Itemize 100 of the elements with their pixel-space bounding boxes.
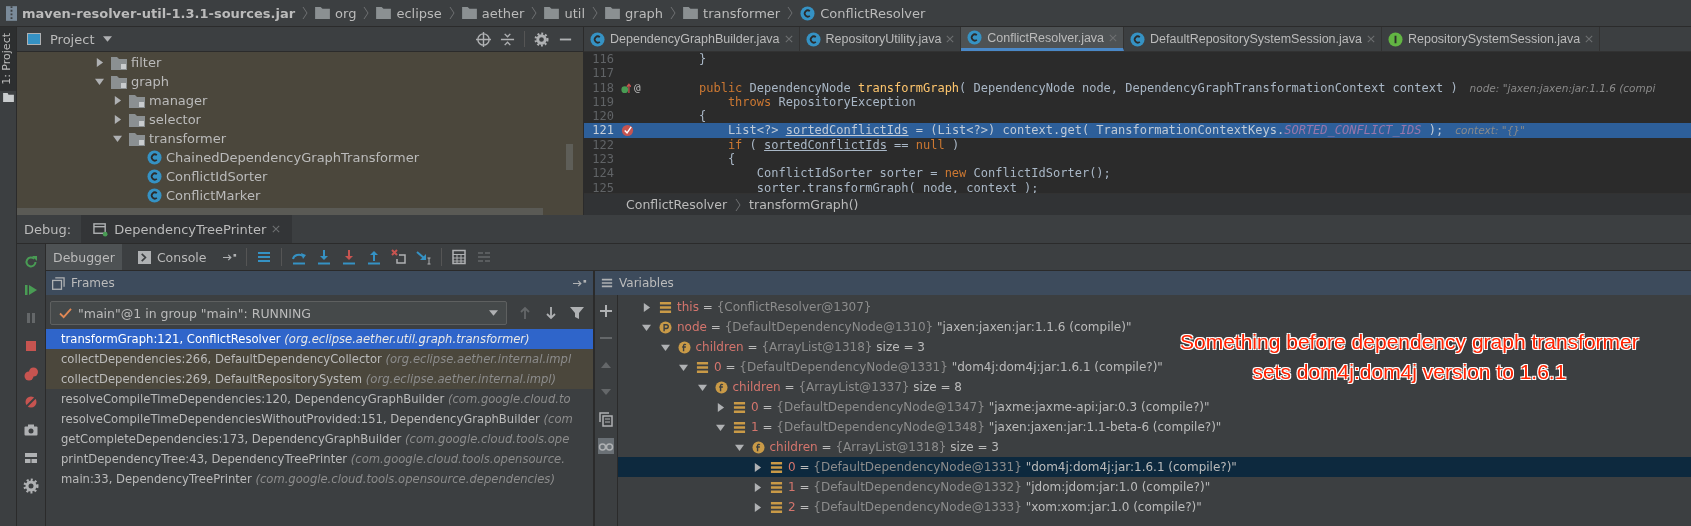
stack-frame[interactable]: resolveCompileTimeDependenciesWithoutProvided:151, DependencyGraphBuilder (com [46,409,593,429]
settings-icon[interactable] [23,478,39,494]
crosshair-icon[interactable] [476,31,491,47]
variable-row[interactable]: 0 = {DefaultDependencyNode@1347} "jaxme:jaxme-api:jar:0.3 (compile?)" [618,397,1210,417]
list-icon [770,500,783,514]
variable-row[interactable]: node = {DefaultDependencyNode@1310} "jaxen:jaxen:jar:1.1.6 (compile)" [618,317,1132,337]
step-into-icon[interactable] [315,249,332,265]
stack-frame[interactable]: transformGraph:121, ConflictResolver (org.eclipse.aether.util.graph.transformer) [46,329,593,349]
expanded-arrow-icon[interactable] [697,382,707,392]
breadcrumb-item[interactable]: transformGraph() [749,197,859,212]
tree-item[interactable]: transformer [149,131,227,146]
breadcrumb-item[interactable]: graph [625,5,664,21]
drop-frame-icon[interactable] [390,249,407,265]
variable-row[interactable]: 2 = {DefaultDependencyNode@1333} "xom:xom:jar:1.0 (compile?)" [618,497,1202,517]
breakpoint-icon[interactable] [621,124,634,138]
expanded-arrow-icon[interactable] [679,362,688,372]
stack-frame[interactable]: resolveCompileTimeDependencies:120, DependencyGraphBuilder (com.google.cloud.to [46,389,593,409]
variable-row[interactable]: children = {ArrayList@1318} size = 3 [618,437,999,457]
chevron-icon [787,6,794,20]
stack-frame[interactable]: collectDependencies:266, DefaultDependencyCollector (org.eclipse.aether.internal.impl [46,349,593,369]
collapsed-arrow-icon[interactable] [716,402,725,412]
annotation-marker[interactable]: @ [634,80,641,95]
collapsed-arrow-icon[interactable] [113,115,122,124]
pin-arrow-icon[interactable] [222,252,237,262]
breadcrumb-item[interactable]: util [564,5,586,21]
expanded-arrow-icon[interactable] [716,422,725,432]
collapsed-arrow-icon[interactable] [642,302,651,312]
filter-icon[interactable] [569,305,585,321]
variable-row[interactable]: children = {ArrayList@1337} size = 8 [618,377,962,397]
tree-item[interactable]: ConflictIdSorter [166,169,268,184]
pin-arrow-icon[interactable] [573,278,587,288]
variable-row[interactable]: 0 = {DefaultDependencyNode@1331} "dom4j:dom4j:jar:1.6.1 (compile?)" [618,457,1691,477]
editor-tab[interactable]: RepositorySystemSession.java [1381,27,1601,51]
variable-row[interactable]: this = {ConflictResolver@1307} [618,297,872,317]
variable-row[interactable]: 1 = {DefaultDependencyNode@1348} "jaxen:jaxen:jar:1.1-beta-6 (compile?)" [618,417,1222,437]
down-arrow-icon[interactable] [543,305,559,321]
mute-breakpoints-icon[interactable] [23,394,39,410]
stack-frame[interactable]: main:33, DependencyTreePrinter (com.google.cloud.tools.opensource.dependencies) [46,469,593,489]
session-tab[interactable]: DependencyTreePrinter [81,215,293,243]
close-icon[interactable] [272,225,281,233]
scrollbar[interactable] [566,144,573,170]
chevron-icon [363,6,370,20]
breadcrumb-item[interactable]: aether [481,5,525,21]
override-icon[interactable] [621,81,631,94]
variable-row[interactable]: 0 = {DefaultDependencyNode@1331} "dom4j:dom4j:jar:1.6.1 (compile?)" [618,357,1163,377]
calculator-icon[interactable] [450,249,467,265]
expanded-arrow-icon[interactable] [660,342,670,352]
add-icon[interactable] [598,303,614,319]
copy-icon[interactable] [598,411,614,427]
collapsed-arrow-icon[interactable] [753,462,762,472]
debugger-tab[interactable]: Debugger [46,244,122,270]
variable-row[interactable]: 1 = {DefaultDependencyNode@1332} "jdom:jdom:jar:1.0 (compile?)" [618,477,1211,497]
settings-icon[interactable] [534,31,549,47]
tree-item[interactable]: filter [131,55,162,70]
collapsed-arrow-icon[interactable] [113,96,122,105]
expanded-arrow-icon[interactable] [734,442,744,452]
breadcrumb-item[interactable]: transformer [703,5,781,21]
expanded-arrow-icon[interactable] [113,134,122,143]
debugger-tab[interactable]: Console [130,244,214,270]
archive-icon [6,5,17,21]
collapsed-arrow-icon[interactable] [753,482,762,492]
collapsed-arrow-icon[interactable] [753,502,762,512]
editor-tab[interactable]: DependencyGraphBuilder.java [584,27,800,51]
stack-frame[interactable]: collectDependencies:269, DefaultRepositorySystem (org.eclipse.aether.internal.impl) [46,369,593,389]
tree-item[interactable]: graph [131,74,170,89]
stack-frame[interactable]: printDependencyTree:43, DependencyTreePrinter (com.google.cloud.tools.opensource. [46,449,593,469]
editor-tab[interactable]: ConflictResolver.java [961,27,1125,51]
run-to-cursor-icon[interactable] [415,249,432,265]
step-out-icon[interactable] [365,249,382,265]
layout-icon[interactable] [23,450,39,466]
breadcrumb-item[interactable]: maven-resolver-util-1.3.1-sources.jar [22,5,296,21]
tree-item[interactable]: ChainedDependencyGraphTransformer [166,150,420,165]
collapse-icon[interactable] [500,31,515,47]
thread-dropdown[interactable]: "main"@1 in group "main": RUNNING [50,301,507,325]
variable-row[interactable]: children = {ArrayList@1318} size = 3 [618,337,925,357]
breadcrumb-item[interactable]: org [335,5,357,21]
stack-frame[interactable]: getCompleteDependencies:173, DependencyGraphBuilder (com.google.cloud.tools.ope [46,429,593,449]
breakpoints-icon[interactable] [23,366,39,382]
breadcrumb-item[interactable]: ConflictResolver [626,197,728,212]
breadcrumb-item[interactable]: ConflictResolver [820,5,926,21]
camera-icon[interactable] [23,422,39,438]
lines-icon[interactable] [255,249,272,265]
tree-item[interactable]: ConflictMarker [166,188,261,203]
scrollbar[interactable] [17,208,543,215]
tree-item[interactable]: selector [149,112,201,127]
caret-icon[interactable] [103,36,113,42]
project-tool-tab[interactable]: 1: Project [0,27,16,91]
expanded-arrow-icon[interactable] [642,322,651,332]
glasses-icon[interactable] [598,438,614,454]
breadcrumb-item[interactable]: eclipse [396,5,442,21]
rerun-icon[interactable] [23,254,39,270]
stop-icon[interactable] [23,338,39,354]
resume-icon[interactable] [23,282,39,298]
collapsed-arrow-icon[interactable] [95,58,104,67]
tree-item[interactable]: manager [149,93,208,108]
view-selector[interactable]: Project [50,31,95,47]
force-step-into-icon[interactable] [340,249,357,265]
folder-icon [461,7,477,19]
expanded-arrow-icon[interactable] [95,77,104,86]
editor-tab[interactable]: DefaultRepositorySystemSession.java [1124,27,1382,51]
